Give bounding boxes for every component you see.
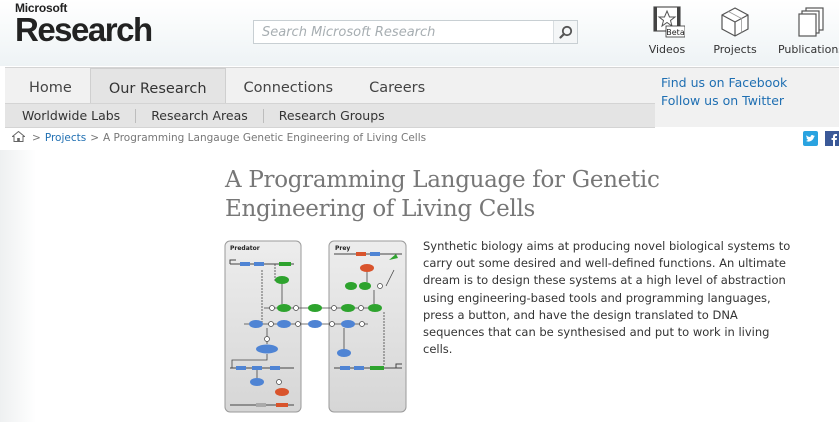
breadcrumb-separator: > [90,132,100,144]
cube-icon [700,4,770,40]
project-description: Synthetic biology aims at producing nove… [423,239,791,357]
left-gutter [0,150,36,422]
prey-label: Prey [335,245,350,252]
quick-links: Beta Videos Projects Publications [632,4,839,56]
quick-link-label: Videos [648,43,686,56]
predator-label: Predator [230,245,260,252]
subnav-research-groups[interactable]: Research Groups [264,108,400,123]
twitter-link[interactable]: Follow us on Twitter [661,92,787,110]
breadcrumb-separator: > [32,132,41,144]
twitter-icon[interactable] [803,131,818,150]
quick-link-label: Publications [777,43,839,56]
subnav-worldwide-labs[interactable]: Worldwide Labs [5,108,137,123]
search-button[interactable] [553,21,577,43]
main-navigation: Home Our Research Connections Careers Wo… [5,67,839,128]
site-header: Microsoft Research Beta Vid [0,0,839,66]
documents-icon [774,4,839,40]
breadcrumb-projects[interactable]: Projects [45,132,86,144]
film-star-icon: Beta [632,4,702,40]
home-icon[interactable] [11,130,26,145]
nav-tabs: Home Our Research Connections Careers [5,68,443,103]
sub-navigation: Worldwide Labs Research Areas Research G… [5,103,655,128]
tab-careers[interactable]: Careers [351,68,443,103]
tab-home[interactable]: Home [5,68,90,103]
facebook-link[interactable]: Find us on Facebook [661,74,787,92]
tab-connections[interactable]: Connections [226,68,352,103]
tab-our-research[interactable]: Our Research [89,68,226,103]
quick-link-publications[interactable]: Publications [774,4,839,56]
subnav-research-areas[interactable]: Research Areas [136,108,264,123]
logo-research-text: Research [15,11,153,48]
breadcrumb-current: A Programming Langauge Genetic Engineeri… [103,132,427,144]
search-input[interactable] [254,21,553,43]
search-box [253,20,578,44]
quick-link-label: Projects [713,43,757,56]
quick-link-projects[interactable]: Projects [700,4,770,56]
quick-link-videos[interactable]: Beta Videos [632,4,702,56]
genetic-circuit-figure: Predator Prey [224,240,408,414]
facebook-icon[interactable] [825,131,839,150]
search-icon [558,25,572,39]
social-links: Find us on Facebook Follow us on Twitter [661,74,787,110]
microsoft-research-logo[interactable]: Microsoft Research [15,2,153,48]
page-title: A Programming Language for Genetic Engin… [225,167,660,222]
share-buttons [796,131,839,150]
beta-badge: Beta [666,28,685,37]
breadcrumb: > Projects > A Programming Langauge Gene… [11,130,427,145]
